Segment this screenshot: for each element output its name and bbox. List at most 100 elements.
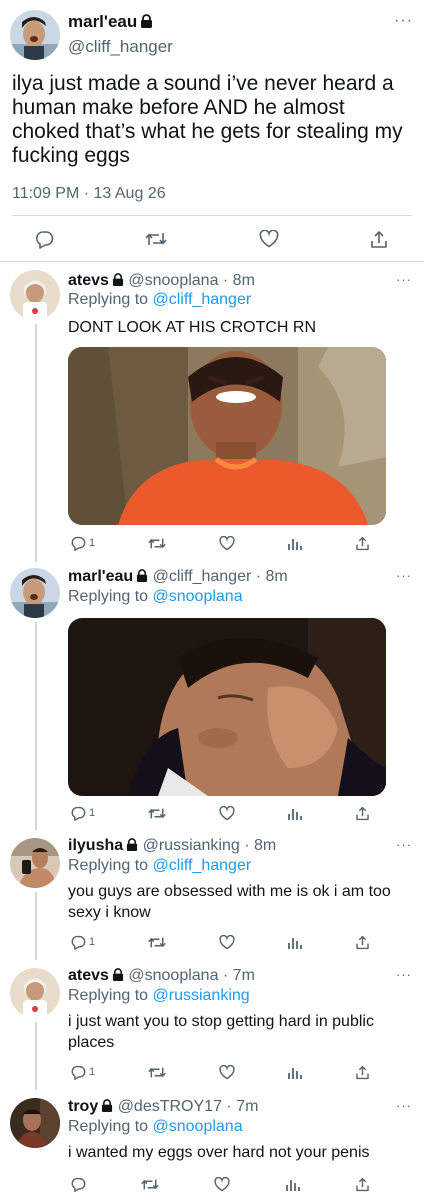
more-icon[interactable]: ··· bbox=[394, 12, 413, 30]
replying-prefix: Replying to bbox=[68, 291, 153, 308]
display-name[interactable]: marl'eau bbox=[68, 12, 153, 33]
reply-tweet: ilyusha @russianking · 8m ··· Replying t… bbox=[0, 830, 424, 960]
analytics-button[interactable] bbox=[287, 1062, 303, 1082]
display-name[interactable]: ilyusha bbox=[68, 837, 123, 854]
reply-icon bbox=[34, 230, 54, 249]
thread-line bbox=[35, 1022, 37, 1090]
handle-and-time[interactable]: @cliff_hanger · 8m bbox=[153, 568, 288, 585]
share-icon bbox=[370, 230, 388, 249]
avatar[interactable] bbox=[10, 568, 60, 618]
share-icon bbox=[355, 1177, 370, 1192]
handle[interactable]: @cliff_hanger bbox=[68, 37, 173, 57]
reply-header[interactable]: atevs @snooplana · 7m bbox=[68, 967, 255, 986]
handle-and-time[interactable]: @russianking · 8m bbox=[143, 837, 277, 854]
lock-icon bbox=[126, 838, 138, 856]
share-icon bbox=[355, 536, 370, 551]
more-icon[interactable]: ··· bbox=[396, 1098, 412, 1113]
reply-icon bbox=[70, 1065, 86, 1080]
reply-button[interactable]: 1 bbox=[70, 803, 95, 823]
avatar[interactable] bbox=[10, 968, 60, 1018]
more-icon[interactable]: ··· bbox=[396, 837, 412, 852]
analytics-button[interactable] bbox=[287, 803, 303, 823]
handle-and-time[interactable]: @desTROY17 · 7m bbox=[118, 1098, 259, 1115]
retweet-button[interactable] bbox=[148, 932, 166, 952]
reply-icon bbox=[70, 536, 86, 551]
avatar[interactable] bbox=[10, 1098, 60, 1148]
reply-header[interactable]: ilyusha @russianking · 8m bbox=[68, 837, 276, 856]
mention-link[interactable]: @cliff_hanger bbox=[153, 857, 252, 874]
replying-to: Replying to @snooplana bbox=[68, 588, 243, 606]
reply-tweet: troy @desTROY17 · 7m ··· Replying to @sn… bbox=[0, 1090, 424, 1200]
retweet-button[interactable] bbox=[148, 803, 166, 823]
analytics-button[interactable] bbox=[287, 533, 303, 553]
mention-link[interactable]: @snooplana bbox=[153, 588, 243, 605]
reply-header[interactable]: troy @desTROY17 · 7m bbox=[68, 1098, 258, 1117]
reply-button[interactable]: 1 bbox=[70, 533, 95, 553]
divider bbox=[12, 215, 412, 216]
reply-icon bbox=[70, 1177, 86, 1192]
mention-link[interactable]: @snooplana bbox=[153, 1118, 243, 1135]
like-button[interactable] bbox=[218, 803, 235, 823]
display-name[interactable]: atevs bbox=[68, 967, 109, 984]
reply-button[interactable]: 1 bbox=[70, 1062, 95, 1082]
reply-count: 1 bbox=[89, 537, 96, 549]
avatar[interactable] bbox=[10, 270, 60, 320]
media-image[interactable] bbox=[68, 618, 386, 796]
share-button[interactable] bbox=[370, 229, 388, 249]
avatar[interactable] bbox=[10, 838, 60, 888]
action-bar bbox=[70, 1174, 370, 1194]
more-icon[interactable]: ··· bbox=[396, 568, 412, 583]
share-button[interactable] bbox=[355, 932, 370, 952]
handle-and-time[interactable]: @snooplana · 8m bbox=[128, 272, 255, 289]
main-tweet: marl'eau @cliff_hanger ··· ilya just mad… bbox=[0, 0, 424, 262]
mention-link[interactable]: @cliff_hanger bbox=[153, 291, 252, 308]
action-bar: 1 bbox=[70, 1062, 370, 1082]
retweet-button[interactable] bbox=[141, 1174, 159, 1194]
reply-count: 1 bbox=[89, 936, 96, 948]
thread-line bbox=[35, 324, 37, 562]
avatar[interactable] bbox=[10, 10, 60, 60]
thread-line bbox=[35, 622, 37, 830]
like-button[interactable] bbox=[218, 533, 235, 553]
retweet-button[interactable] bbox=[148, 533, 166, 553]
reply-header[interactable]: atevs @snooplana · 8m bbox=[68, 272, 255, 291]
replying-prefix: Replying to bbox=[68, 987, 153, 1004]
replying-to: Replying to @russianking bbox=[68, 987, 250, 1005]
reply-header[interactable]: marl'eau @cliff_hanger · 8m bbox=[68, 568, 288, 587]
share-button[interactable] bbox=[355, 1062, 370, 1082]
analytics-button[interactable] bbox=[285, 1174, 300, 1194]
reply-button[interactable] bbox=[34, 229, 54, 249]
retweet-icon bbox=[141, 1177, 159, 1192]
action-bar: 1 bbox=[70, 803, 370, 823]
like-button[interactable] bbox=[259, 229, 279, 249]
display-name[interactable]: troy bbox=[68, 1098, 98, 1115]
like-button[interactable] bbox=[218, 1062, 235, 1082]
mention-link[interactable]: @russianking bbox=[153, 987, 250, 1004]
display-name[interactable]: atevs bbox=[68, 272, 109, 289]
analytics-icon bbox=[287, 1065, 303, 1080]
analytics-icon bbox=[287, 935, 303, 950]
share-button[interactable] bbox=[355, 1174, 370, 1194]
retweet-button[interactable] bbox=[148, 1062, 166, 1082]
share-button[interactable] bbox=[355, 803, 370, 823]
reply-button[interactable] bbox=[70, 1174, 86, 1194]
like-button[interactable] bbox=[214, 1174, 230, 1194]
more-icon[interactable]: ··· bbox=[396, 967, 412, 982]
timestamp[interactable]: 11:09 PM · 13 Aug 26 bbox=[12, 185, 166, 203]
like-button[interactable] bbox=[218, 932, 235, 952]
analytics-icon bbox=[285, 1177, 300, 1192]
reply-icon bbox=[70, 806, 86, 821]
reply-text: i wanted my eggs over hard not your peni… bbox=[68, 1144, 370, 1161]
share-button[interactable] bbox=[355, 533, 370, 553]
display-name[interactable]: marl'eau bbox=[68, 568, 133, 585]
more-icon[interactable]: ··· bbox=[396, 272, 412, 287]
media-image[interactable] bbox=[68, 347, 386, 525]
lock-icon bbox=[112, 273, 124, 291]
analytics-icon bbox=[287, 536, 303, 551]
reply-button[interactable]: 1 bbox=[70, 932, 95, 952]
reply-tweet: marl'eau @cliff_hanger · 8m ··· Replying… bbox=[0, 562, 424, 830]
retweet-button[interactable] bbox=[145, 229, 167, 249]
lock-icon bbox=[136, 569, 148, 587]
analytics-button[interactable] bbox=[287, 932, 303, 952]
handle-and-time[interactable]: @snooplana · 7m bbox=[128, 967, 255, 984]
